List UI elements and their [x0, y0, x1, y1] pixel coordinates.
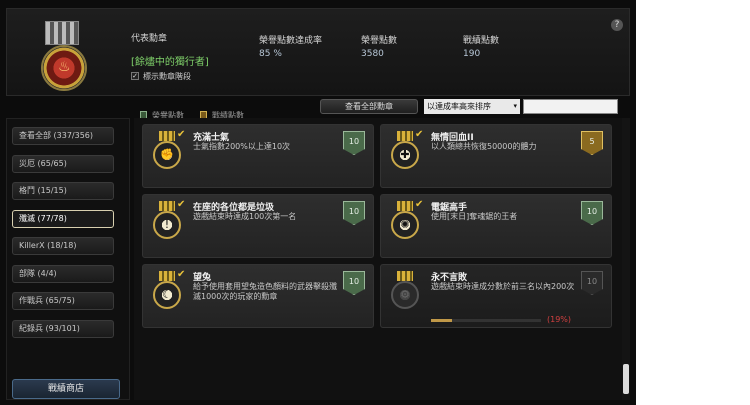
medal-emblem: ! ✔	[147, 199, 187, 251]
medal-card[interactable]: ☾ ✔ 望兔 給予使用套用望兔造色顏料的武器擊殺殲滅1000次的玩家的勳章 10	[142, 264, 374, 328]
points-badge: 10	[581, 201, 603, 225]
medal-card[interactable]: ✊ ✔ 充滿士氣 士氣指數200%以上達10次 10	[142, 124, 374, 188]
check-icon: ✔	[415, 199, 424, 210]
saw-icon: ✺	[391, 211, 419, 239]
check-icon: ✔	[177, 129, 186, 140]
medal-description: 以人類總共恢復50000的體力	[431, 142, 537, 151]
points-badge: 10	[581, 271, 603, 295]
chevron-down-icon: ▾	[513, 102, 517, 110]
medal-card[interactable]: ! ✔ 在座的各位都是垃圾 遊戲結束時達成100次第一名 10	[142, 194, 374, 258]
scrollbar[interactable]	[622, 118, 630, 400]
sidebar-category-item[interactable]: 殲滅 (77/78)	[12, 209, 114, 228]
sidebar-category-item[interactable]: 格鬥 (15/15)	[12, 182, 114, 200]
search-input[interactable]	[523, 99, 618, 114]
header-panel: ? ♨ 代表勳章 [餘燼中的獨行者] ✓ 標示勳章階段 榮譽點數達成率 85 %…	[6, 8, 630, 96]
show-stage-checkbox[interactable]: ✓	[131, 72, 139, 80]
stat-label: 榮譽點數	[361, 36, 398, 46]
medal-card[interactable]: ⚙ 永不言敗 遊戲結束時達成分數於前三名以內200次 10 (19%)	[380, 264, 612, 328]
record-shop-button[interactable]: 戰績商店	[12, 379, 120, 399]
fist-icon: ✊	[153, 141, 181, 169]
points-badge: 10	[343, 131, 365, 155]
rep-medal-label: 代表勳章	[131, 34, 168, 44]
rep-medal-name: [餘燼中的獨行者]	[131, 57, 209, 68]
points-badge: 10	[343, 271, 365, 295]
medal-grid: ✊ ✔ 充滿士氣 士氣指數200%以上達10次 10 ✚ ✔ 無情回血II 以人類總共恢復500…	[134, 118, 622, 400]
stat-value: 190	[463, 49, 481, 59]
sort-select[interactable]: 以達成率高來排序 ▾	[424, 99, 520, 114]
stat-value: 3580	[361, 49, 384, 59]
sidebar-category-item[interactable]: 部隊 (4/4)	[12, 264, 114, 283]
progress-bar	[431, 319, 541, 322]
progress-fill	[431, 319, 452, 322]
points-badge: 5	[581, 131, 603, 155]
scrollbar-thumb[interactable]	[623, 364, 629, 394]
medal-ribbon	[159, 271, 175, 281]
sidebar-category-item[interactable]: 紀錄兵 (93/101)	[12, 319, 114, 338]
rabbit-icon: ☾	[153, 281, 181, 309]
points-badge: 10	[343, 201, 365, 225]
view-all-medals-button[interactable]: 查看全部勳章	[320, 99, 418, 114]
medal-description: 士氣指數200%以上達10次	[193, 142, 291, 151]
medal-ribbon	[397, 271, 413, 281]
gear-icon: ⚙	[391, 281, 419, 309]
medal-card[interactable]: ✺ ✔ 電鋸高手 使用[末日]奪魂鋸的王者 10	[380, 194, 612, 258]
medal-emblem: ✺ ✔	[385, 199, 425, 251]
progress-percent: (19%)	[547, 315, 572, 324]
sidebar-category-item[interactable]: 作戰兵 (65/75)	[12, 292, 114, 310]
exclamation-icon: !	[153, 211, 181, 239]
ribbon-icon	[45, 21, 79, 45]
sidebar-category-item[interactable]: KillerX (18/18)	[12, 237, 114, 255]
medal-emblem: ✚ ✔	[385, 129, 425, 181]
representative-medal-icon: ♨	[41, 45, 87, 91]
stat-value: 85 %	[259, 49, 282, 59]
show-stage-label: 標示勳章階段	[143, 72, 191, 81]
help-icon[interactable]: ?	[611, 19, 623, 31]
heart-icon: ✚	[391, 141, 419, 169]
medal-description: 遊戲結束時達成100次第一名	[193, 212, 297, 221]
check-icon: ✔	[415, 129, 424, 140]
medal-card[interactable]: ✚ ✔ 無情回血II 以人類總共恢復50000的體力 5	[380, 124, 612, 188]
medal-ribbon	[159, 201, 175, 211]
medal-description: 遊戲結束時達成分數於前三名以內200次	[431, 282, 575, 291]
medal-ribbon	[159, 131, 175, 141]
medal-emblem: ⚙	[385, 271, 425, 321]
stat-label: 榮譽點數達成率	[259, 36, 323, 46]
achievement-window: ? ♨ 代表勳章 [餘燼中的獨行者] ✓ 標示勳章階段 榮譽點數達成率 85 %…	[0, 0, 636, 405]
medal-ribbon	[397, 131, 413, 141]
sort-selected-label: 以達成率高來排序	[427, 102, 491, 111]
sidebar-category-item[interactable]: 災厄 (65/65)	[12, 154, 114, 173]
medal-description: 使用[末日]奪魂鋸的王者	[431, 212, 518, 221]
sidebar-category-item[interactable]: 查看全部 (337/356)	[12, 127, 114, 145]
stat-label: 戰績點數	[463, 36, 500, 46]
medal-ribbon	[397, 201, 413, 211]
medal-emblem: ☾ ✔	[147, 269, 187, 321]
medal-description: 給予使用套用望兔造色顏料的武器擊殺殲滅1000次的玩家的勳章	[193, 282, 337, 301]
check-icon: ✔	[177, 269, 186, 280]
check-icon: ✔	[177, 199, 186, 210]
medal-emblem: ✊ ✔	[147, 129, 187, 181]
